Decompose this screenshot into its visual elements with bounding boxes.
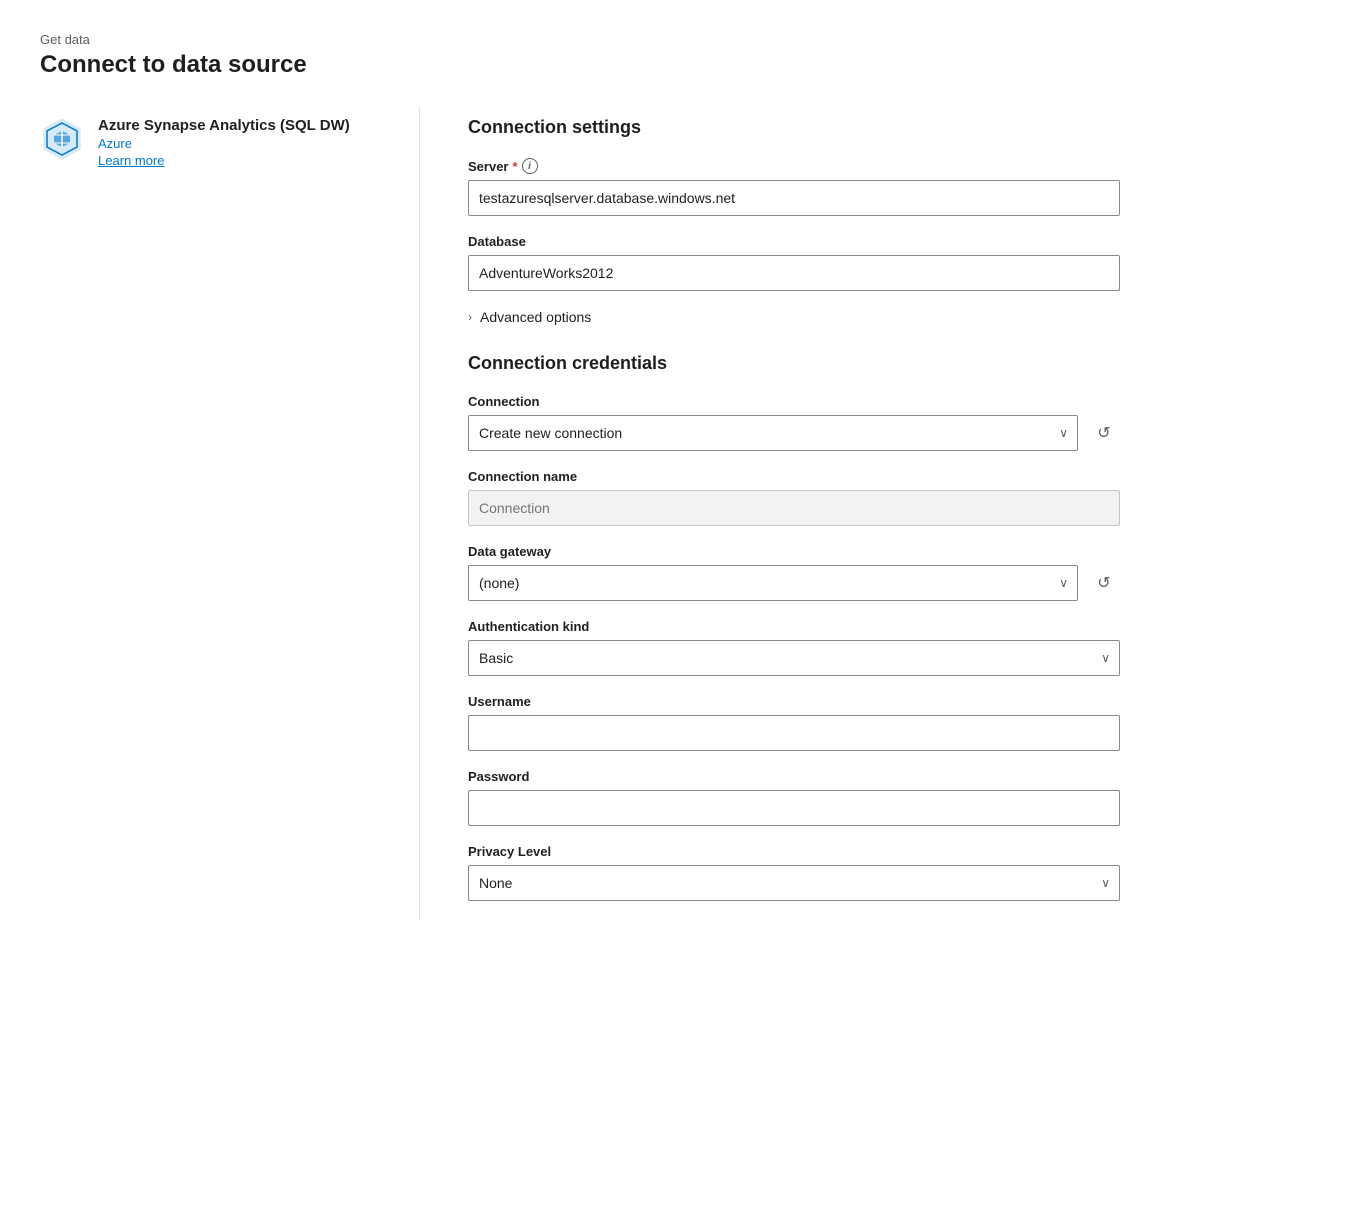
data-gateway-refresh-button[interactable]: ↺ xyxy=(1088,567,1120,599)
privacy-level-field-group: Privacy Level None ∨ xyxy=(468,844,1120,901)
server-field-group: Server * i xyxy=(468,158,1120,216)
username-field-group: Username xyxy=(468,694,1120,751)
server-label: Server * i xyxy=(468,158,1120,174)
refresh-icon-gateway: ↺ xyxy=(1097,573,1110,593)
page-title: Connect to data source xyxy=(40,51,1327,79)
advanced-options-toggle[interactable]: › Advanced options xyxy=(468,309,1120,325)
server-input[interactable] xyxy=(468,180,1120,216)
connection-credentials-section: Connection credentials Connection Create… xyxy=(468,353,1120,901)
connector-icon xyxy=(40,117,84,161)
info-icon[interactable]: i xyxy=(522,158,538,174)
data-gateway-dropdown[interactable]: (none) xyxy=(468,565,1078,601)
advanced-options-label: Advanced options xyxy=(480,309,591,325)
data-gateway-label: Data gateway xyxy=(468,544,1120,559)
connection-credentials-title: Connection credentials xyxy=(468,353,1120,374)
username-input[interactable] xyxy=(468,715,1120,751)
privacy-level-label: Privacy Level xyxy=(468,844,1120,859)
auth-kind-dropdown[interactable]: Basic xyxy=(468,640,1120,676)
connector-category: Azure xyxy=(98,136,350,151)
connection-dropdown[interactable]: Create new connection xyxy=(468,415,1078,451)
connection-settings-section: Connection settings Server * i Database … xyxy=(468,117,1120,325)
connection-settings-title: Connection settings xyxy=(468,117,1120,138)
connection-label: Connection xyxy=(468,394,1120,409)
database-input[interactable] xyxy=(468,255,1120,291)
connection-name-field-group: Connection name xyxy=(468,469,1120,526)
database-label: Database xyxy=(468,234,1120,249)
password-input[interactable] xyxy=(468,790,1120,826)
data-gateway-field-group: Data gateway (none) ∨ ↺ xyxy=(468,544,1120,601)
database-field-group: Database xyxy=(468,234,1120,291)
chevron-right-icon: › xyxy=(468,310,472,324)
auth-kind-field-group: Authentication kind Basic ∨ xyxy=(468,619,1120,676)
required-star: * xyxy=(512,159,517,174)
password-label: Password xyxy=(468,769,1120,784)
refresh-icon: ↺ xyxy=(1097,423,1110,443)
connection-name-label: Connection name xyxy=(468,469,1120,484)
auth-kind-label: Authentication kind xyxy=(468,619,1120,634)
learn-more-link[interactable]: Learn more xyxy=(98,153,350,168)
privacy-level-dropdown[interactable]: None xyxy=(468,865,1120,901)
page-header: Get data Connect to data source xyxy=(40,32,1327,79)
connector-name: Azure Synapse Analytics (SQL DW) xyxy=(98,117,350,134)
get-data-label: Get data xyxy=(40,32,1327,47)
connection-refresh-button[interactable]: ↺ xyxy=(1088,417,1120,449)
connection-name-input[interactable] xyxy=(468,490,1120,526)
connection-field-group: Connection Create new connection ∨ ↺ xyxy=(468,394,1120,451)
username-label: Username xyxy=(468,694,1120,709)
password-field-group: Password xyxy=(468,769,1120,826)
